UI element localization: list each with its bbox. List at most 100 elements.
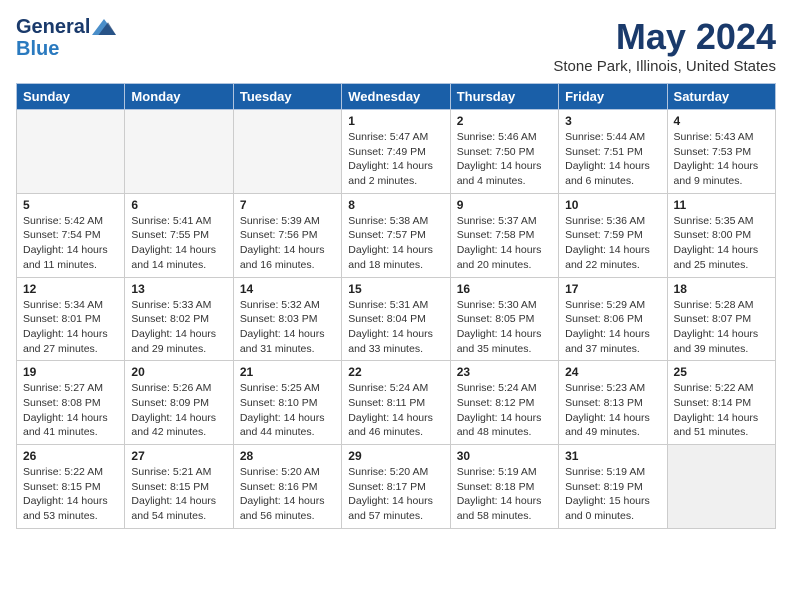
day-content: Sunrise: 5:42 AM Sunset: 7:54 PM Dayligh… <box>23 214 118 273</box>
day-number: 14 <box>240 282 335 296</box>
day-number: 5 <box>23 198 118 212</box>
weekday-header-friday: Friday <box>559 84 667 110</box>
calendar-cell: 26 Sunrise: 5:22 AM Sunset: 8:15 PM Dayli… <box>17 445 125 529</box>
calendar-cell <box>17 110 125 194</box>
day-number: 30 <box>457 449 552 463</box>
calendar-cell: 15 Sunrise: 5:31 AM Sunset: 8:04 PM Dayli… <box>342 277 450 361</box>
day-content: Sunrise: 5:25 AM Sunset: 8:10 PM Dayligh… <box>240 381 335 440</box>
calendar-cell: 8Sunrise: 5:38 AM Sunset: 7:57 PM Daylig… <box>342 193 450 277</box>
calendar-cell: 24 Sunrise: 5:23 AM Sunset: 8:13 PM Dayli… <box>559 361 667 445</box>
day-content: Sunrise: 5:33 AM Sunset: 8:02 PM Dayligh… <box>131 298 226 357</box>
day-content: Sunrise: 5:26 AM Sunset: 8:09 PM Dayligh… <box>131 381 226 440</box>
calendar-cell: 3 Sunrise: 5:44 AM Sunset: 7:51 PM Daylig… <box>559 110 667 194</box>
day-content: Sunrise: 5:24 AM Sunset: 8:12 PM Dayligh… <box>457 381 552 440</box>
day-number: 10 <box>565 198 660 212</box>
calendar-cell: 20 Sunrise: 5:26 AM Sunset: 8:09 PM Dayli… <box>125 361 233 445</box>
day-content: Sunrise: 5:31 AM Sunset: 8:04 PM Dayligh… <box>348 298 443 357</box>
day-number: 23 <box>457 365 552 379</box>
calendar-cell: 4Sunrise: 5:43 AM Sunset: 7:53 PM Daylig… <box>667 110 775 194</box>
calendar-cell: 12 Sunrise: 5:34 AM Sunset: 8:01 PM Dayli… <box>17 277 125 361</box>
day-number: 15 <box>348 282 443 296</box>
day-number: 6 <box>131 198 226 212</box>
calendar-cell: 5 Sunrise: 5:42 AM Sunset: 7:54 PM Daylig… <box>17 193 125 277</box>
day-content: Sunrise: 5:29 AM Sunset: 8:06 PM Dayligh… <box>565 298 660 357</box>
day-number: 18 <box>674 282 769 296</box>
calendar-cell: 10Sunrise: 5:36 AM Sunset: 7:59 PM Dayli… <box>559 193 667 277</box>
calendar-cell: 9Sunrise: 5:37 AM Sunset: 7:58 PM Daylig… <box>450 193 558 277</box>
day-content: Sunrise: 5:30 AM Sunset: 8:05 PM Dayligh… <box>457 298 552 357</box>
calendar-cell: 29 Sunrise: 5:20 AM Sunset: 8:17 PM Dayli… <box>342 445 450 529</box>
day-number: 29 <box>348 449 443 463</box>
calendar-cell: 7 Sunrise: 5:39 AM Sunset: 7:56 PM Daylig… <box>233 193 341 277</box>
day-number: 20 <box>131 365 226 379</box>
day-number: 12 <box>23 282 118 296</box>
calendar-cell: 13Sunrise: 5:33 AM Sunset: 8:02 PM Dayli… <box>125 277 233 361</box>
calendar-cell: 2 Sunrise: 5:46 AM Sunset: 7:50 PM Daylig… <box>450 110 558 194</box>
calendar-cell: 1 Sunrise: 5:47 AM Sunset: 7:49 PM Daylig… <box>342 110 450 194</box>
weekday-header-wednesday: Wednesday <box>342 84 450 110</box>
week-row-3: 12 Sunrise: 5:34 AM Sunset: 8:01 PM Dayli… <box>17 277 776 361</box>
logo-icon <box>92 19 116 35</box>
day-number: 24 <box>565 365 660 379</box>
day-number: 26 <box>23 449 118 463</box>
day-number: 9 <box>457 198 552 212</box>
weekday-header-saturday: Saturday <box>667 84 775 110</box>
calendar-cell: 6 Sunrise: 5:41 AM Sunset: 7:55 PM Daylig… <box>125 193 233 277</box>
calendar-cell: 27 Sunrise: 5:21 AM Sunset: 8:15 PM Dayli… <box>125 445 233 529</box>
day-content: Sunrise: 5:19 AM Sunset: 8:19 PM Dayligh… <box>565 465 660 524</box>
day-content: Sunrise: 5:20 AM Sunset: 8:16 PM Dayligh… <box>240 465 335 524</box>
day-content: Sunrise: 5:41 AM Sunset: 7:55 PM Dayligh… <box>131 214 226 273</box>
day-content: Sunrise: 5:35 AM Sunset: 8:00 PM Dayligh… <box>674 214 769 273</box>
calendar-cell: 19Sunrise: 5:27 AM Sunset: 8:08 PM Dayli… <box>17 361 125 445</box>
day-content: Sunrise: 5:46 AM Sunset: 7:50 PM Dayligh… <box>457 130 552 189</box>
day-content: Sunrise: 5:34 AM Sunset: 8:01 PM Dayligh… <box>23 298 118 357</box>
logo-blue: Blue <box>16 38 59 60</box>
day-number: 16 <box>457 282 552 296</box>
day-content: Sunrise: 5:23 AM Sunset: 8:13 PM Dayligh… <box>565 381 660 440</box>
calendar-cell: 21 Sunrise: 5:25 AM Sunset: 8:10 PM Dayli… <box>233 361 341 445</box>
day-number: 17 <box>565 282 660 296</box>
logo-general: General <box>16 16 90 38</box>
day-content: Sunrise: 5:20 AM Sunset: 8:17 PM Dayligh… <box>348 465 443 524</box>
day-number: 22 <box>348 365 443 379</box>
day-content: Sunrise: 5:28 AM Sunset: 8:07 PM Dayligh… <box>674 298 769 357</box>
day-number: 3 <box>565 114 660 128</box>
header: General Blue May 2024 Stone Park, Illino… <box>16 16 776 75</box>
day-number: 28 <box>240 449 335 463</box>
calendar-cell: 30Sunrise: 5:19 AM Sunset: 8:18 PM Dayli… <box>450 445 558 529</box>
day-number: 2 <box>457 114 552 128</box>
logo: General Blue <box>16 16 116 60</box>
calendar-cell: 31Sunrise: 5:19 AM Sunset: 8:19 PM Dayli… <box>559 445 667 529</box>
weekday-header-thursday: Thursday <box>450 84 558 110</box>
day-content: Sunrise: 5:24 AM Sunset: 8:11 PM Dayligh… <box>348 381 443 440</box>
calendar-table: SundayMondayTuesdayWednesdayThursdayFrid… <box>16 83 776 529</box>
day-content: Sunrise: 5:21 AM Sunset: 8:15 PM Dayligh… <box>131 465 226 524</box>
day-number: 1 <box>348 114 443 128</box>
day-number: 11 <box>674 198 769 212</box>
day-content: Sunrise: 5:39 AM Sunset: 7:56 PM Dayligh… <box>240 214 335 273</box>
week-row-1: 1 Sunrise: 5:47 AM Sunset: 7:49 PM Daylig… <box>17 110 776 194</box>
day-number: 21 <box>240 365 335 379</box>
day-number: 8 <box>348 198 443 212</box>
day-number: 25 <box>674 365 769 379</box>
day-content: Sunrise: 5:32 AM Sunset: 8:03 PM Dayligh… <box>240 298 335 357</box>
day-number: 4 <box>674 114 769 128</box>
calendar-cell: 22 Sunrise: 5:24 AM Sunset: 8:11 PM Dayli… <box>342 361 450 445</box>
calendar-cell: 25 Sunrise: 5:22 AM Sunset: 8:14 PM Dayli… <box>667 361 775 445</box>
day-number: 27 <box>131 449 226 463</box>
weekday-header-row: SundayMondayTuesdayWednesdayThursdayFrid… <box>17 84 776 110</box>
calendar-cell <box>233 110 341 194</box>
calendar-cell: 16 Sunrise: 5:30 AM Sunset: 8:05 PM Dayli… <box>450 277 558 361</box>
calendar-cell <box>667 445 775 529</box>
day-content: Sunrise: 5:22 AM Sunset: 8:14 PM Dayligh… <box>674 381 769 440</box>
calendar-cell: 17 Sunrise: 5:29 AM Sunset: 8:06 PM Dayli… <box>559 277 667 361</box>
calendar-cell: 11 Sunrise: 5:35 AM Sunset: 8:00 PM Dayli… <box>667 193 775 277</box>
day-content: Sunrise: 5:22 AM Sunset: 8:15 PM Dayligh… <box>23 465 118 524</box>
calendar-cell <box>125 110 233 194</box>
calendar-cell: 28 Sunrise: 5:20 AM Sunset: 8:16 PM Dayli… <box>233 445 341 529</box>
calendar-cell: 14 Sunrise: 5:32 AM Sunset: 8:03 PM Dayli… <box>233 277 341 361</box>
day-content: Sunrise: 5:47 AM Sunset: 7:49 PM Dayligh… <box>348 130 443 189</box>
month-title: May 2024 <box>553 16 776 58</box>
day-content: Sunrise: 5:44 AM Sunset: 7:51 PM Dayligh… <box>565 130 660 189</box>
day-number: 7 <box>240 198 335 212</box>
